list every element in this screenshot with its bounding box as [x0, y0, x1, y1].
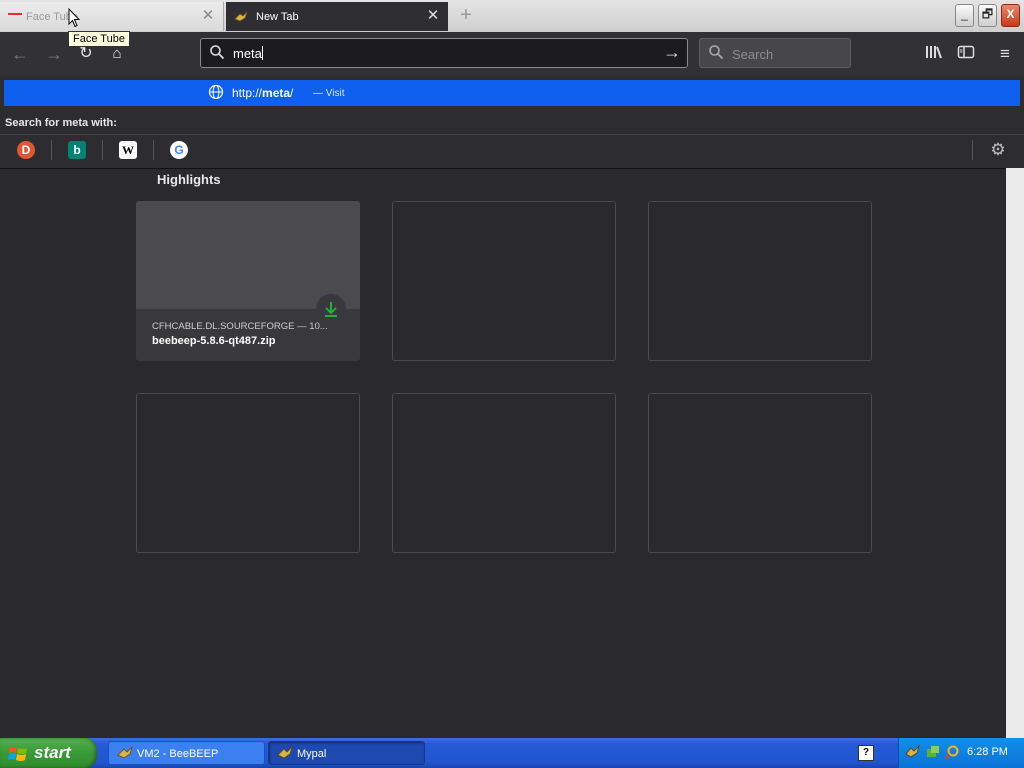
forward-arrow-icon[interactable]: → [40, 40, 68, 68]
sidebar-icon[interactable] [956, 44, 976, 64]
tab-favicon-icon [8, 12, 22, 21]
task-label: Mypal [297, 748, 327, 760]
mypal-icon [277, 745, 293, 760]
suggestion-action-label: Visit [325, 88, 345, 99]
close-tab-icon[interactable]: ✕ [426, 8, 440, 23]
card-title: beebeep-5.8.6-qt487.zip [152, 335, 276, 347]
tab-title: New Tab [256, 10, 299, 23]
tray-beebeep-icon[interactable] [925, 744, 941, 760]
gear-icon[interactable]: ⚙ [988, 140, 1008, 160]
new-tab-plus-icon[interactable]: + [455, 5, 477, 27]
card-host: CFHCABLE.DL.SOURCEFORGE — 10... [152, 321, 328, 332]
duckduckgo-icon[interactable]: D [17, 141, 35, 159]
wikipedia-icon[interactable]: W [119, 141, 137, 159]
mouse-cursor-icon [68, 7, 81, 31]
download-icon [316, 294, 346, 324]
tab-face-tube[interactable]: Face Tube ✕ [0, 2, 224, 31]
suggestion-separator: — [313, 88, 323, 99]
close-window-button[interactable]: X [1001, 4, 1020, 27]
suggestion-url-suffix: / [290, 86, 294, 100]
task-label: VM2 - BeeBEEP [137, 748, 219, 760]
search-placeholder: Search [732, 47, 774, 62]
suggestion-action: — Visit [313, 88, 345, 99]
suggestion-url: http://meta/ [232, 86, 293, 100]
url-input[interactable]: meta [233, 46, 263, 61]
google-icon[interactable]: G [170, 141, 188, 159]
help-icon[interactable]: ? [858, 745, 874, 761]
windows-flag-icon [8, 745, 28, 768]
url-value: meta [233, 46, 262, 61]
search-icon [209, 44, 225, 63]
bing-icon[interactable]: b [68, 141, 86, 159]
engine-divider [972, 140, 973, 160]
tab-tooltip: Face Tube [68, 31, 130, 47]
library-icon[interactable] [924, 44, 944, 64]
search-icon [708, 44, 724, 63]
start-button[interactable]: start [0, 738, 97, 768]
back-arrow-icon[interactable]: ← [6, 40, 34, 68]
globe-icon [208, 84, 224, 103]
tray-search-icon[interactable] [944, 744, 960, 760]
tray-network-icon[interactable] [905, 744, 921, 760]
empty-highlight-card [392, 201, 616, 361]
suggestion-url-match: meta [262, 86, 291, 100]
text-caret [261, 46, 263, 60]
search-box[interactable]: Search [699, 38, 851, 68]
search-with-label: Search for meta with: [5, 117, 117, 129]
engine-divider [102, 140, 103, 160]
mypal-logo-icon [234, 11, 248, 23]
hamburger-menu-icon[interactable]: ≡ [995, 44, 1015, 64]
minimize-button[interactable]: _ [955, 4, 974, 27]
url-bar[interactable]: meta → [200, 38, 688, 68]
suggestion-url-prefix: http:// [232, 86, 263, 100]
vertical-scrollbar[interactable] [1006, 168, 1024, 738]
taskbar-item-beebeep[interactable]: VM2 - BeeBEEP [108, 741, 265, 765]
clock: 6:28 PM [967, 746, 1008, 758]
taskbar-item-mypal[interactable]: Mypal [268, 741, 425, 765]
engine-divider [51, 140, 52, 160]
go-arrow-icon[interactable]: → [663, 42, 681, 63]
engine-divider [153, 140, 154, 160]
empty-highlight-card [136, 393, 360, 553]
tab-new-tab[interactable]: New Tab ✕ [226, 2, 448, 31]
highlights-heading: Highlights [157, 172, 221, 187]
empty-highlight-card [392, 393, 616, 553]
close-tab-icon[interactable]: ✕ [201, 8, 215, 23]
start-label: start [34, 743, 71, 762]
maximize-button[interactable]: 🗗 [978, 4, 997, 27]
beebeep-icon [117, 745, 133, 760]
suggestion-row[interactable] [4, 80, 1020, 106]
card-thumbnail [136, 201, 360, 309]
empty-highlight-card [648, 201, 872, 361]
empty-highlight-card [648, 393, 872, 553]
